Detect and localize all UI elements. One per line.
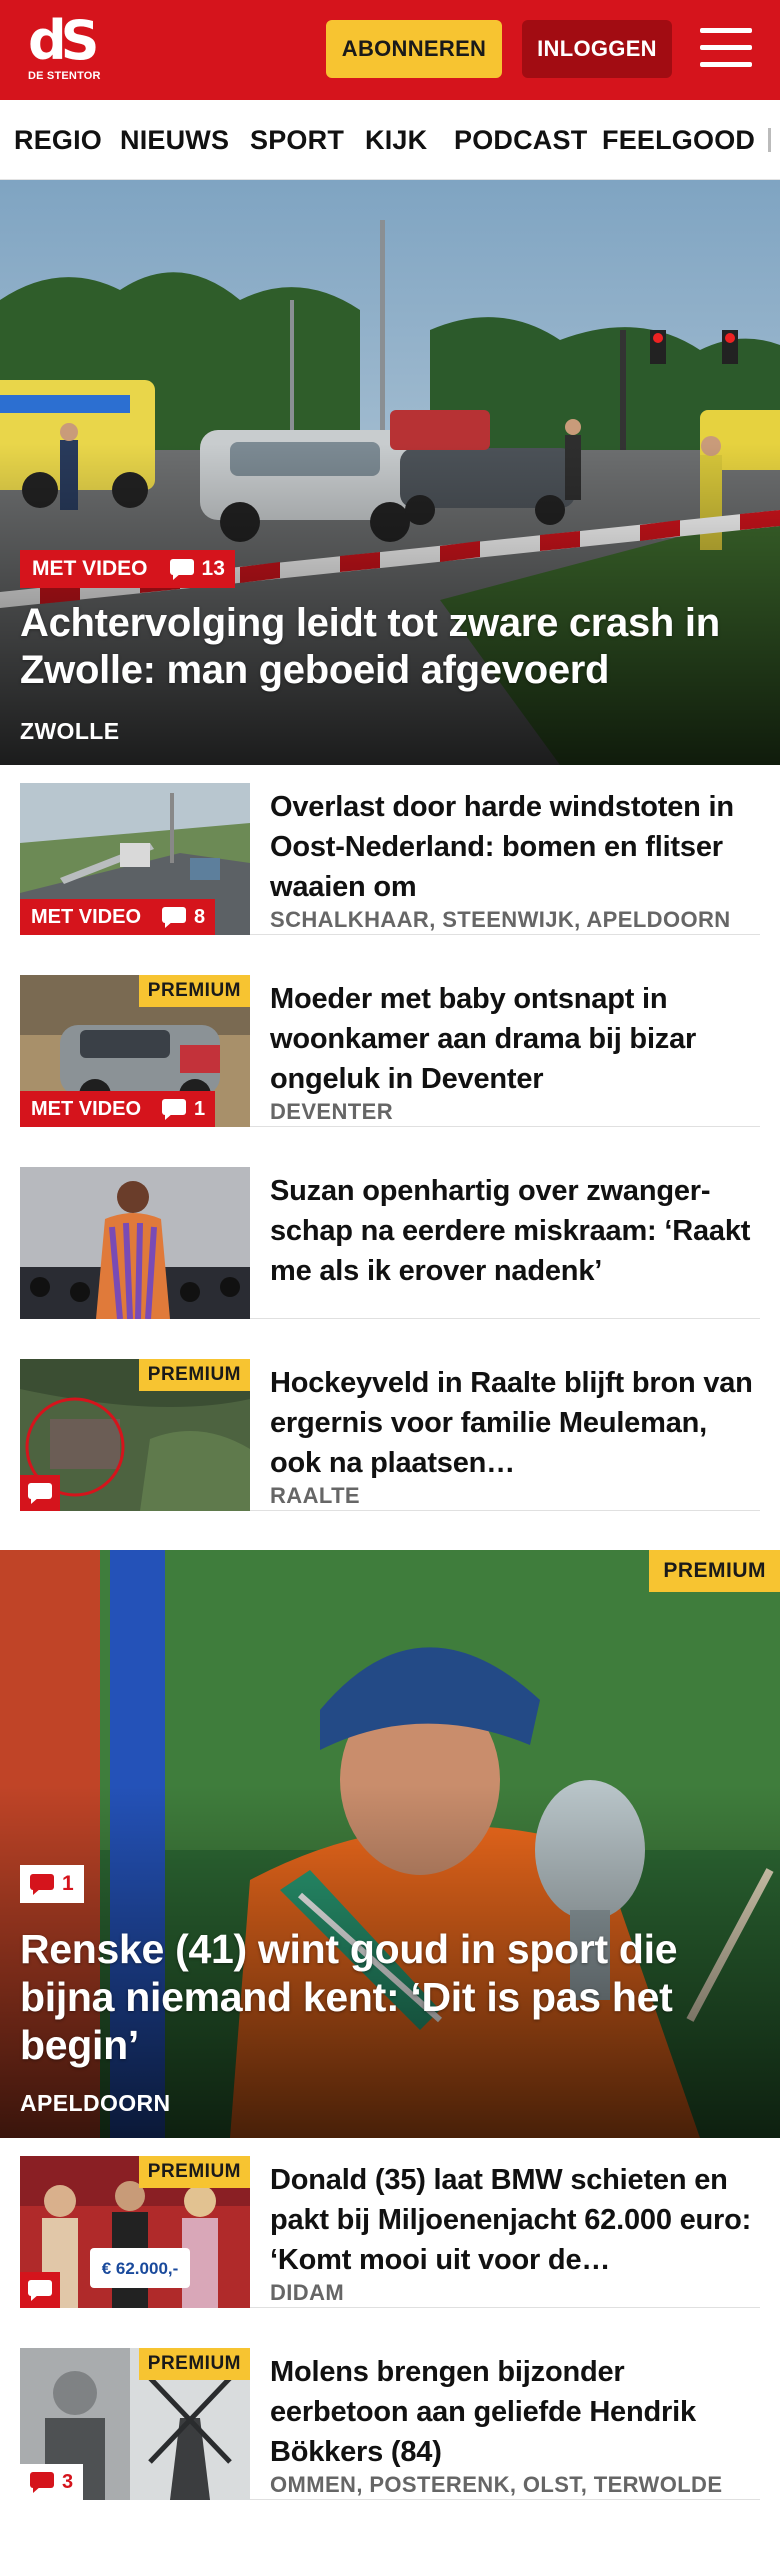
thumbnail-badges bbox=[20, 2272, 60, 2308]
nav-item-nieuws[interactable]: NIEUWS bbox=[120, 100, 229, 179]
comment-icon bbox=[30, 1874, 54, 1895]
comment-count: 3 bbox=[62, 2470, 74, 2493]
article-item[interactable]: € 62.000,- PREMIUM Donald (35) laat BMW … bbox=[20, 2138, 760, 2308]
comment-count-badge[interactable]: 13 bbox=[159, 550, 235, 588]
nav-item-regio[interactable]: REGIO bbox=[14, 100, 102, 179]
comment-count: 13 bbox=[201, 557, 225, 580]
article-headline[interactable]: Suzan openhartig over zwanger-schap na e… bbox=[270, 1171, 760, 1291]
article-headline[interactable]: Overlast door harde windstoten in Oost-N… bbox=[270, 787, 760, 907]
thumbnail-badges bbox=[20, 1475, 60, 1511]
subscribe-button[interactable]: ABONNEREN bbox=[326, 20, 502, 78]
article-thumbnail: € 62.000,- PREMIUM bbox=[20, 2156, 250, 2308]
premium-badge: PREMIUM bbox=[138, 2156, 250, 2188]
comment-count-badge[interactable]: 1 bbox=[20, 1865, 84, 1903]
article-item[interactable]: PREMIUM 3 Molens brengen bijzonder eerbe… bbox=[20, 2330, 760, 2500]
article-thumbnail: PREMIUM 3 bbox=[20, 2348, 250, 2500]
premium-badge: PREMIUM bbox=[138, 2348, 250, 2380]
comment-icon bbox=[162, 1099, 187, 1120]
article-item[interactable]: Suzan openhartig over zwanger-schap na e… bbox=[20, 1149, 760, 1319]
article-headline[interactable]: Donald (35) laat BMW schieten en pakt bi… bbox=[270, 2160, 760, 2280]
video-badge: MET VIDEO bbox=[20, 1091, 153, 1127]
comment-icon bbox=[28, 2280, 52, 2301]
article-thumbnail bbox=[20, 1167, 250, 1319]
comment-badge[interactable] bbox=[20, 1475, 60, 1511]
article-item[interactable]: PREMIUM Hockeyveld in Raalte blijft bron… bbox=[20, 1341, 760, 1511]
article-location: SCHALKHAAR, STEENWIJK, APELDOORN bbox=[270, 907, 731, 932]
feature-article[interactable]: PREMIUM 1 Renske (41) wint goud in sport… bbox=[0, 1550, 780, 2138]
site-logo[interactable]: dS DE STENTOR bbox=[28, 14, 112, 86]
article-item[interactable]: MET VIDEO 8 Overlast door harde windstot… bbox=[20, 765, 760, 935]
article-thumbnail: PREMIUM MET VIDEO 1 bbox=[20, 975, 250, 1127]
article-thumbnail: PREMIUM bbox=[20, 1359, 250, 1511]
feature-comments[interactable]: 1 bbox=[20, 1865, 84, 1903]
nav-item-feelgood[interactable]: FEELGOOD bbox=[602, 100, 755, 179]
cheque-amount: € 62.000,- bbox=[102, 2259, 179, 2278]
nav-overflow-indicator bbox=[768, 128, 771, 152]
thumbnail-badges: MET VIDEO 8 bbox=[20, 899, 216, 935]
hero-headline[interactable]: Achtervolging leidt tot zware crash in Z… bbox=[20, 600, 765, 694]
article-thumbnail: MET VIDEO 8 bbox=[20, 783, 250, 935]
comment-count: 1 bbox=[194, 1097, 206, 1120]
article-location: OMMEN, POSTERENK, OLST, TERWOLDE bbox=[270, 2472, 723, 2497]
nav-item-kijk[interactable]: KIJK bbox=[365, 100, 427, 179]
logo-mark: dS bbox=[28, 9, 100, 72]
hero-location: ZWOLLE bbox=[20, 718, 120, 744]
section-nav: REGIO NIEUWS SPORT KIJK PODCAST FEELGOOD bbox=[0, 100, 780, 180]
comment-count-badge[interactable]: 3 bbox=[20, 2464, 84, 2500]
article-location: DIDAM bbox=[270, 2280, 345, 2305]
hero-badges: MET VIDEO 13 bbox=[20, 550, 235, 588]
comment-count: 8 bbox=[194, 905, 206, 928]
article-headline[interactable]: Molens brengen bijzonder eerbetoon aan g… bbox=[270, 2352, 760, 2472]
thumbnail-badges: MET VIDEO 1 bbox=[20, 1091, 216, 1127]
comment-icon bbox=[162, 907, 187, 928]
feature-location: APELDOORN bbox=[20, 2090, 171, 2116]
login-button[interactable]: INLOGGEN bbox=[522, 20, 672, 78]
article-item[interactable]: PREMIUM MET VIDEO 1 Moeder met baby onts… bbox=[20, 957, 760, 1127]
comment-icon bbox=[169, 559, 194, 580]
premium-badge: PREMIUM bbox=[649, 1550, 780, 1592]
article-headline[interactable]: Moeder met baby ontsnapt in woonkamer aa… bbox=[270, 979, 760, 1099]
article-location: RAALTE bbox=[270, 1483, 360, 1508]
article-location: DEVENTER bbox=[270, 1099, 393, 1124]
video-badge: MET VIDEO bbox=[20, 899, 153, 935]
feature-headline[interactable]: Renske (41) wint goud in sport die bijna… bbox=[20, 1925, 720, 2069]
premium-badge: PREMIUM bbox=[138, 975, 250, 1007]
site-header: dS DE STENTOR ABONNEREN INLOGGEN bbox=[0, 0, 780, 100]
nav-item-sport[interactable]: SPORT bbox=[250, 100, 344, 179]
comment-icon bbox=[30, 2472, 54, 2493]
thumbnail-badges: 3 bbox=[20, 2464, 84, 2500]
comment-icon bbox=[28, 1483, 52, 1504]
comment-count-badge[interactable]: 1 bbox=[152, 1091, 216, 1127]
hamburger-icon[interactable] bbox=[700, 26, 752, 70]
comment-badge[interactable] bbox=[20, 2272, 60, 2308]
premium-badge: PREMIUM bbox=[138, 1359, 250, 1391]
article-headline[interactable]: Hockeyveld in Raalte blijft bron van erg… bbox=[270, 1363, 760, 1483]
logo-text: DE STENTOR bbox=[28, 70, 101, 82]
comment-count-badge[interactable]: 8 bbox=[152, 899, 216, 935]
comment-count: 1 bbox=[62, 1872, 74, 1895]
nav-item-podcast[interactable]: PODCAST bbox=[454, 100, 587, 179]
video-badge: MET VIDEO bbox=[20, 550, 160, 588]
